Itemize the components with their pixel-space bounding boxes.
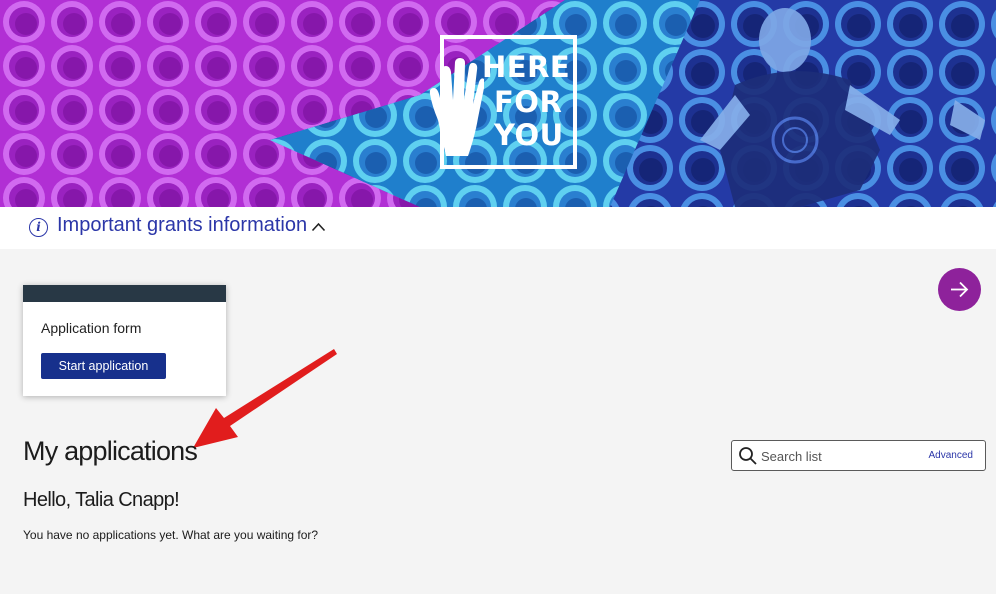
hand-icon: [429, 58, 484, 156]
card-header-bar: [23, 285, 226, 302]
logo-text-line: YOU: [494, 118, 564, 152]
grants-info-toggle[interactable]: Important grants information: [57, 214, 307, 237]
info-icon: i: [29, 218, 48, 237]
search-icon: [739, 447, 757, 465]
logo-text-line: HERE: [482, 50, 571, 84]
arrow-right-icon: [951, 281, 969, 298]
start-application-button[interactable]: Start application: [41, 353, 166, 379]
search-box: Advanced: [731, 440, 986, 471]
advanced-search-link[interactable]: Advanced: [929, 450, 973, 461]
logo-text-line: FOR: [494, 85, 563, 119]
next-button[interactable]: [938, 268, 981, 311]
search-input[interactable]: [761, 445, 911, 467]
page-title: My applications: [23, 436, 198, 466]
annotation-arrow-icon: [193, 349, 337, 448]
chevron-up-icon[interactable]: [311, 222, 326, 232]
greeting-heading: Hello, Talia Cnapp!: [23, 489, 180, 511]
empty-applications-message: You have no applications yet. What are y…: [23, 528, 319, 542]
card-title: Application form: [41, 320, 142, 336]
hero-banner: HERE FOR YOU: [0, 0, 996, 207]
